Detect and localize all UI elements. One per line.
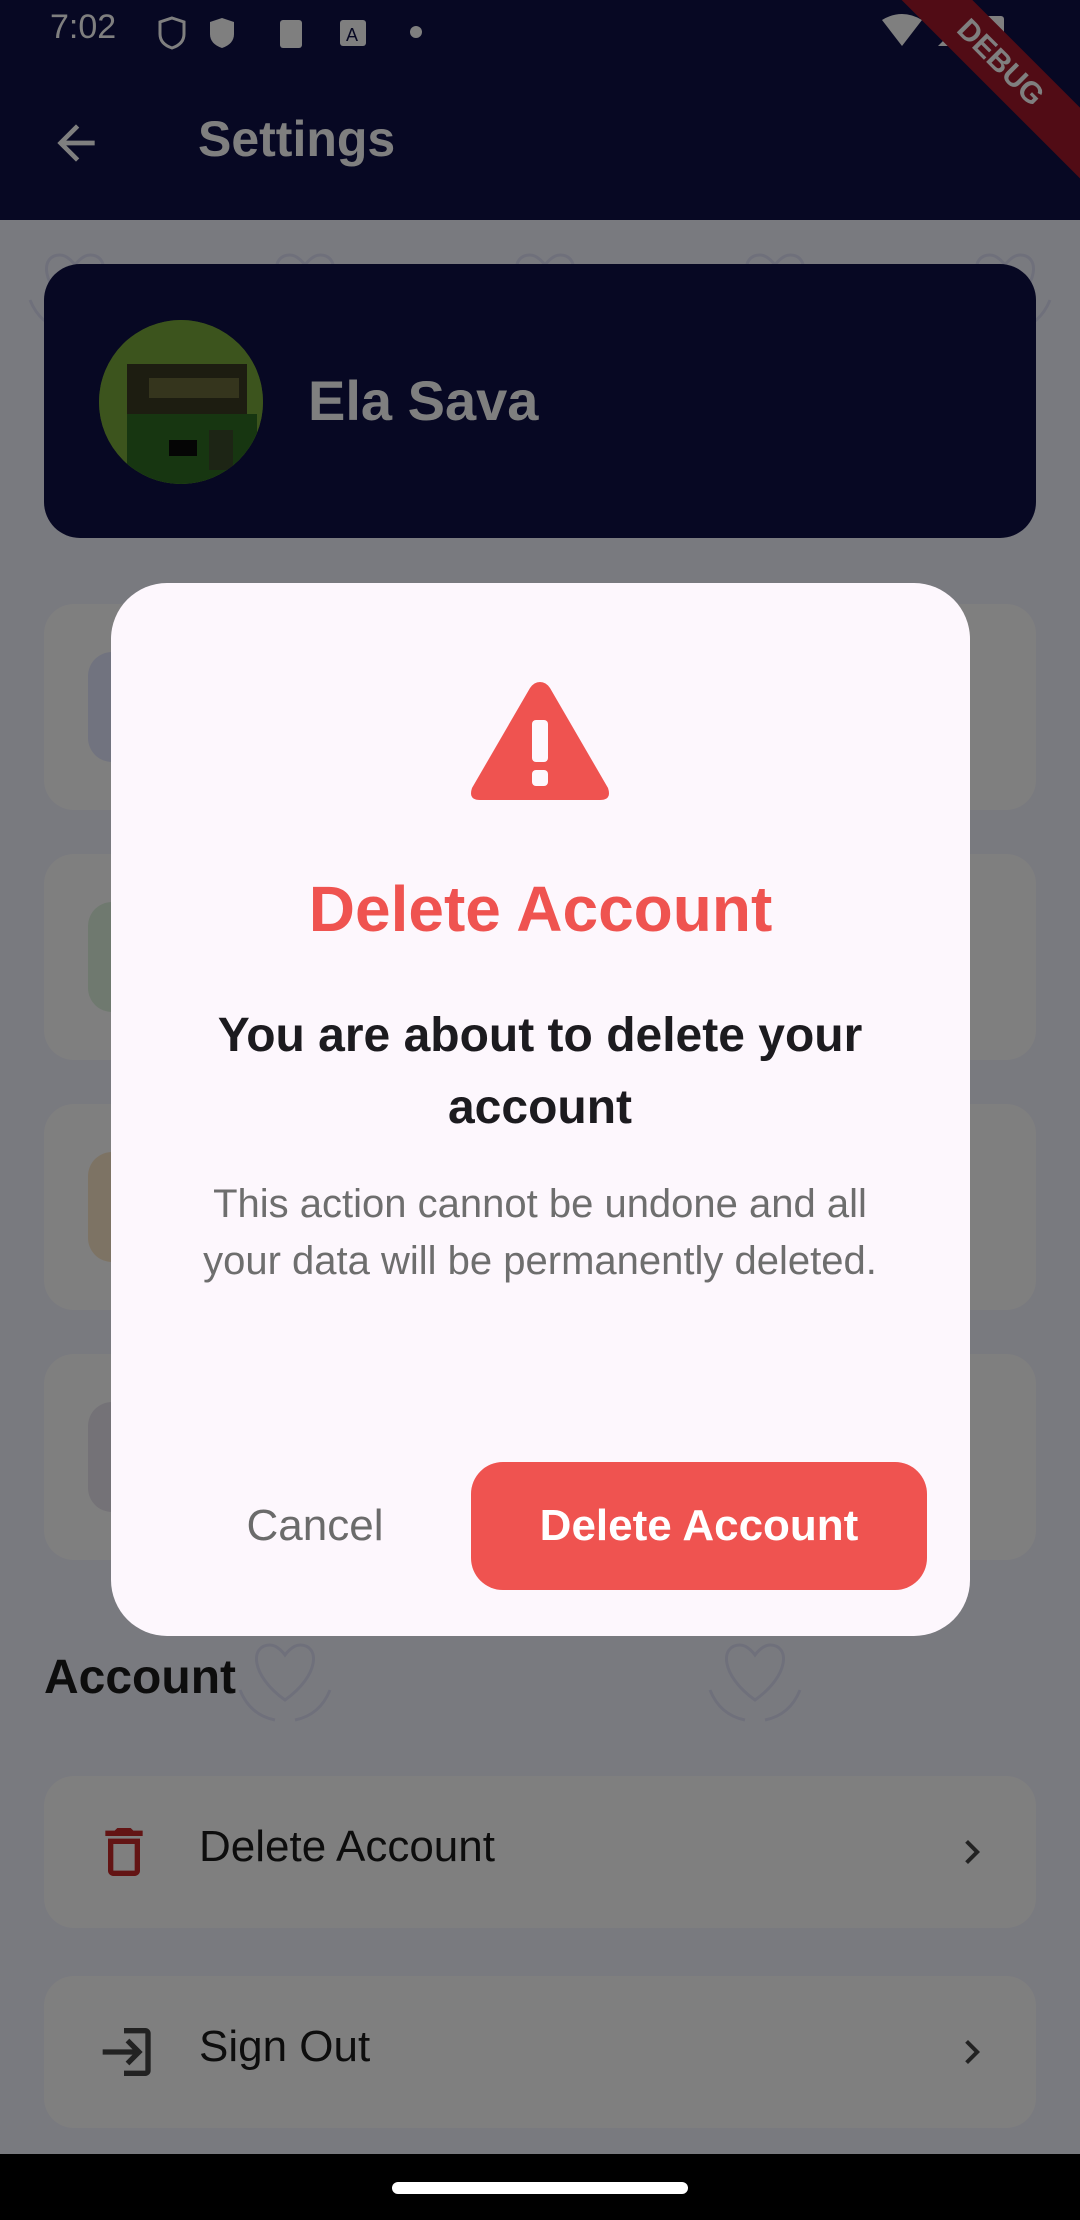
cancel-button[interactable]: Cancel — [200, 1462, 430, 1590]
dialog-body: This action cannot be undone and all you… — [203, 1182, 877, 1283]
dialog-title: Delete Account — [308, 873, 773, 945]
confirm-delete-button[interactable]: Delete Account — [471, 1462, 927, 1590]
home-indicator[interactable] — [392, 2182, 688, 2194]
warning-icon — [471, 682, 609, 800]
dialog-heading: You are about to delete your account — [217, 1009, 863, 1134]
